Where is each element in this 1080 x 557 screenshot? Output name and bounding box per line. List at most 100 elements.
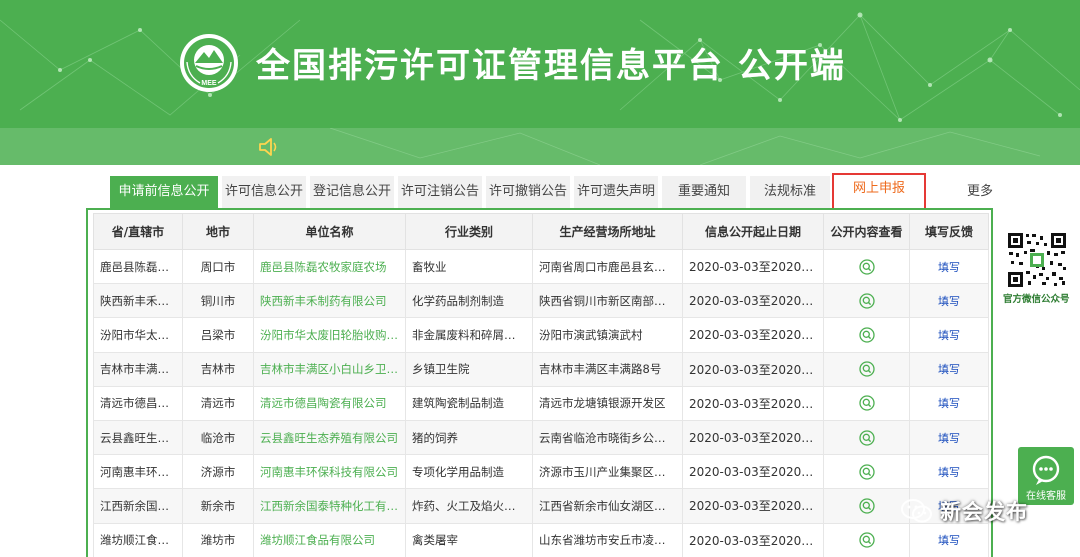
tab-license-cancel-notice[interactable]: 许可注销公告 (398, 176, 482, 208)
cell-dates: 2020-03-03至2020-03-09 (682, 488, 824, 524)
view-search-icon[interactable] (858, 258, 875, 275)
tab-bar: 申请前信息公开 许可信息公开 登记信息公开 许可注销公告 许可撤销公告 许可遗失… (110, 173, 1000, 211)
cell-view (823, 385, 910, 421)
table-row[interactable]: 陕西新丰禾制药... 铜川市 陕西新丰禾制药有限公司 化学药品制剂制造 陕西省铜川市新区… (93, 283, 989, 319)
view-search-icon[interactable] (858, 293, 875, 309)
table-row[interactable]: 潍坊顺江食品有... 潍坊市 潍坊顺江食品有限公司 禽类屠宰 山东省潍坊市安丘市凌河镇.… (93, 522, 989, 557)
table-row[interactable]: 云县鑫旺生态养... 临沧市 云县鑫旺生态养殖有限公司 猪的饲养 云南省临沧市晓街乡公路… (93, 419, 989, 456)
watermark: 新会发布 (900, 493, 1028, 529)
cell-company-link[interactable]: 河南惠丰环保科技有限公司 (253, 454, 406, 490)
table-row[interactable]: 吉林市丰满区小... 吉林市 吉林市丰满区小白山乡卫生院 乡镇卫生院 吉林市丰满区丰满路… (93, 351, 989, 387)
view-search-icon[interactable] (858, 327, 875, 343)
view-search-icon[interactable] (858, 532, 875, 548)
cell-dates: 2020-03-03至2020-03-09 (682, 385, 824, 421)
info-table-panel: 省/直辖市 地市 单位名称 行业类别 生产经营场所地址 信息公开起止日期 公开内… (86, 208, 993, 557)
cell-dates: 2020-03-03至2020-03-09 (682, 283, 824, 319)
tab-license-info[interactable]: 许可信息公开 (222, 176, 306, 208)
cell-city: 济源市 (182, 454, 254, 490)
view-search-icon[interactable] (858, 498, 875, 514)
cell-province: 吉林市丰满区小... (93, 351, 183, 387)
col-header-company[interactable]: 单位名称 (253, 213, 406, 250)
cell-province: 鹿邑县陈磊农牧... (93, 248, 183, 285)
table-row[interactable]: 河南惠丰环保科... 济源市 河南惠丰环保科技有限公司 专项化学用品制造 济源市玉川产业… (93, 454, 989, 490)
cell-city: 铜川市 (182, 283, 254, 319)
speaker-icon[interactable] (258, 137, 282, 157)
feedback-link[interactable]: 填写 (909, 283, 989, 319)
tab-regulations[interactable]: 法规标准 (750, 176, 830, 208)
cell-industry: 炸药、火工及焰火产品... (405, 488, 533, 524)
cell-province: 江西新余国泰特... (93, 488, 183, 524)
tab-online-application[interactable]: 网上申报 (832, 173, 926, 211)
col-header-view[interactable]: 公开内容查看 (823, 213, 910, 250)
cell-address: 河南省周口市鹿邑县玄武镇... (532, 248, 683, 285)
cell-view (823, 248, 910, 285)
view-search-icon[interactable] (858, 395, 875, 411)
cell-company-link[interactable]: 鹿邑县陈磊农牧家庭农场 (253, 248, 406, 285)
cell-view (823, 419, 910, 456)
cell-address: 陕西省铜川市新区南部产业... (532, 283, 683, 319)
view-search-icon[interactable] (858, 464, 875, 480)
site-title: 全国排污许可证管理信息平台 公开端 (256, 46, 846, 86)
tab-more[interactable]: 更多 (950, 176, 1010, 208)
table-row[interactable]: 江西新余国泰特... 新余市 江西新余国泰特种化工有限... 炸药、火工及焰火产品..… (93, 488, 989, 524)
cell-company-link[interactable]: 吉林市丰满区小白山乡卫生院 (253, 351, 406, 387)
feedback-link[interactable]: 填写 (909, 454, 989, 490)
mee-logo-icon: MEE (180, 34, 238, 92)
cell-industry: 畜牧业 (405, 248, 533, 285)
cell-view (823, 522, 910, 557)
tab-license-revoke-notice[interactable]: 许可撤销公告 (486, 176, 570, 208)
watermark-text: 新会发布 (940, 500, 1028, 524)
cell-dates: 2020-03-03至2020-03-09 (682, 454, 824, 490)
cell-address: 江西省新余市仙女湖区观巢... (532, 488, 683, 524)
col-header-address[interactable]: 生产经营场所地址 (532, 213, 683, 250)
cell-province: 陕西新丰禾制药... (93, 283, 183, 319)
cell-address: 山东省潍坊市安丘市凌河镇... (532, 522, 683, 557)
cell-company-link[interactable]: 汾阳市华太废旧轮胎收购有... (253, 317, 406, 353)
cell-city: 吕梁市 (182, 317, 254, 353)
tab-registration-info[interactable]: 登记信息公开 (310, 176, 394, 208)
cell-city: 新余市 (182, 488, 254, 524)
feedback-link[interactable]: 填写 (909, 351, 989, 387)
info-table: 省/直辖市 地市 单位名称 行业类别 生产经营场所地址 信息公开起止日期 公开内… (93, 213, 989, 557)
table-row[interactable]: 鹿邑县陈磊农牧... 周口市 鹿邑县陈磊农牧家庭农场 畜牧业 河南省周口市鹿邑县玄武镇.… (93, 248, 989, 285)
cell-address: 济源市玉川产业集聚区东许... (532, 454, 683, 490)
table-row[interactable]: 汾阳市华太废旧... 吕梁市 汾阳市华太废旧轮胎收购有... 非金属废料和碎屑加工..… (93, 317, 989, 353)
feedback-link[interactable]: 填写 (909, 419, 989, 456)
cell-province: 汾阳市华太废旧... (93, 317, 183, 353)
col-header-province[interactable]: 省/直辖市 (93, 213, 183, 250)
cell-dates: 2020-03-03至2020-03-09 (682, 351, 824, 387)
col-header-dates[interactable]: 信息公开起止日期 (682, 213, 824, 250)
feedback-link[interactable]: 填写 (909, 385, 989, 421)
cell-industry: 乡镇卫生院 (405, 351, 533, 387)
tab-pre-application[interactable]: 申请前信息公开 (110, 176, 218, 208)
table-header-row: 省/直辖市 地市 单位名称 行业类别 生产经营场所地址 信息公开起止日期 公开内… (93, 213, 989, 250)
wechat-qr-label: 官方微信公众号 (1003, 294, 1070, 305)
wechat-icon (901, 499, 932, 523)
cell-city: 吉林市 (182, 351, 254, 387)
cell-company-link[interactable]: 清远市德昌陶瓷有限公司 (253, 385, 406, 421)
view-search-icon[interactable] (858, 429, 875, 446)
col-header-feedback[interactable]: 填写反馈 (909, 213, 989, 250)
cell-view (823, 454, 910, 490)
tab-important-notice[interactable]: 重要通知 (662, 176, 746, 208)
cell-industry: 猪的饲养 (405, 419, 533, 456)
cell-company-link[interactable]: 潍坊顺江食品有限公司 (253, 522, 406, 557)
svg-text:MEE: MEE (201, 80, 217, 87)
cell-address: 云南省临沧市晓街乡公路边 (532, 419, 683, 456)
table-row[interactable]: 清远市德昌陶瓷... 清远市 清远市德昌陶瓷有限公司 建筑陶瓷制品制造 清远市龙塘镇银源… (93, 385, 989, 421)
view-search-icon[interactable] (858, 361, 875, 377)
feedback-link[interactable]: 填写 (909, 248, 989, 285)
col-header-industry[interactable]: 行业类别 (405, 213, 533, 250)
cell-province: 云县鑫旺生态养... (93, 419, 183, 456)
col-header-city[interactable]: 地市 (182, 213, 254, 250)
feedback-link[interactable]: 填写 (909, 317, 989, 353)
cell-view (823, 283, 910, 319)
cell-company-link[interactable]: 陕西新丰禾制药有限公司 (253, 283, 406, 319)
cell-company-link[interactable]: 江西新余国泰特种化工有限... (253, 488, 406, 524)
cell-province: 潍坊顺江食品有... (93, 522, 183, 557)
notice-bar-pattern (329, 127, 1041, 165)
site-header: MEE 全国排污许可证管理信息平台 公开端 (0, 0, 1080, 165)
cell-company-link[interactable]: 云县鑫旺生态养殖有限公司 (253, 419, 406, 456)
header-notice-bar (0, 127, 1080, 165)
tab-license-lost-statement[interactable]: 许可遗失声明 (574, 176, 658, 208)
